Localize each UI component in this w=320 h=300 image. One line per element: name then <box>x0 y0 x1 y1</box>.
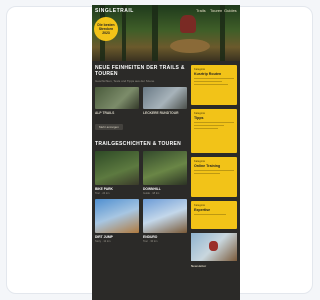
nav-link-trails[interactable]: Trails <box>196 8 206 13</box>
nav-link-guides[interactable]: Guides <box>224 8 237 13</box>
feature-image <box>143 87 187 109</box>
text-line <box>194 124 224 127</box>
feature-heading: Neue Feinheiten der Trails & Touren <box>95 65 185 77</box>
sidebar-tag: Kategorie <box>194 68 206 71</box>
text-line <box>194 127 218 130</box>
website-preview[interactable]: SINGLETRAIL Trails Touren Guides Die bes… <box>92 5 240 300</box>
tree-trunk <box>220 5 225 61</box>
sidebar-photo[interactable] <box>191 233 237 261</box>
sidebar-title: Expertise <box>194 208 211 212</box>
story-card[interactable]: Downhill Guide · 18 km <box>143 151 187 195</box>
text-line <box>194 169 234 172</box>
story-title: Enduro <box>143 235 158 239</box>
main-column: Neue Feinheiten der Trails & Touren Gesc… <box>95 65 187 243</box>
story-meta: Guide · 18 km <box>143 192 160 195</box>
story-meta: Tour · 24 km <box>95 192 110 195</box>
sidebar-title: Tipps <box>194 116 204 120</box>
text-line <box>194 83 228 86</box>
story-image <box>143 151 187 185</box>
text-line <box>194 80 222 83</box>
promo-badge[interactable]: Die besten Strecken 2023 <box>94 17 118 41</box>
sidebar-box[interactable]: Kategorie Expertise <box>191 201 237 229</box>
feature-caption: Leckere Rundtour <box>143 111 179 115</box>
badge-text: Die besten Strecken 2023 <box>97 23 115 35</box>
feature-item[interactable]: Leckere Rundtour <box>143 87 187 115</box>
sidebar-title: Online Training <box>194 164 221 168</box>
feature-thumbs: Alp Trails Leckere Rundtour <box>95 87 187 115</box>
story-meta: Tour · 30 km <box>143 240 158 243</box>
text-line <box>194 172 220 175</box>
story-image <box>95 151 139 185</box>
feature-item[interactable]: Alp Trails <box>95 87 139 115</box>
story-title: Downhill <box>143 187 161 191</box>
sidebar-tag: Kategorie <box>194 204 206 207</box>
nav-link-touren[interactable]: Touren <box>210 8 222 13</box>
text-line <box>194 121 234 124</box>
site-logo[interactable]: SINGLETRAIL <box>95 8 134 14</box>
sidebar-box[interactable]: Kategorie Kurztrip Routen <box>191 65 237 105</box>
text-line <box>194 77 234 80</box>
story-image <box>95 199 139 233</box>
story-meta: Story · 12 km <box>95 240 111 243</box>
more-button[interactable]: Mehr anzeigen <box>95 124 123 130</box>
hero-banner: SINGLETRAIL Trails Touren Guides Die bes… <box>92 5 240 61</box>
sidebar-box[interactable]: Kategorie Online Training <box>191 157 237 197</box>
dirt-jump <box>170 39 210 53</box>
story-card[interactable]: Enduro Tour · 30 km <box>143 199 187 243</box>
sidebar-title: Kurztrip Routen <box>194 72 222 76</box>
story-grid: Bike Park Tour · 24 km Downhill Guide · … <box>95 151 187 243</box>
feature-subtitle: Geschichten, Tests und Tipps aus der Sze… <box>95 79 155 83</box>
story-image <box>143 199 187 233</box>
feature-image <box>95 87 139 109</box>
tree-trunk <box>152 5 158 61</box>
sidebar: Kategorie Kurztrip Routen Kategorie Tipp… <box>191 65 237 268</box>
story-title: Dirt Jump <box>95 235 113 239</box>
story-card[interactable]: Dirt Jump Story · 12 km <box>95 199 139 243</box>
story-title: Bike Park <box>95 187 113 191</box>
rider-photo <box>209 241 218 251</box>
section-heading: Trailgeschichten & Touren <box>95 141 182 147</box>
story-card[interactable]: Bike Park Tour · 24 km <box>95 151 139 195</box>
sidebar-tag: Kategorie <box>194 112 206 115</box>
sidebar-tag: Kategorie <box>194 160 206 163</box>
rider-photo <box>180 15 196 33</box>
sidebar-footer-label[interactable]: Newsletter <box>191 264 237 268</box>
feature-caption: Alp Trails <box>95 111 115 115</box>
sidebar-box[interactable]: Kategorie Tipps <box>191 109 237 153</box>
text-line <box>194 213 226 216</box>
